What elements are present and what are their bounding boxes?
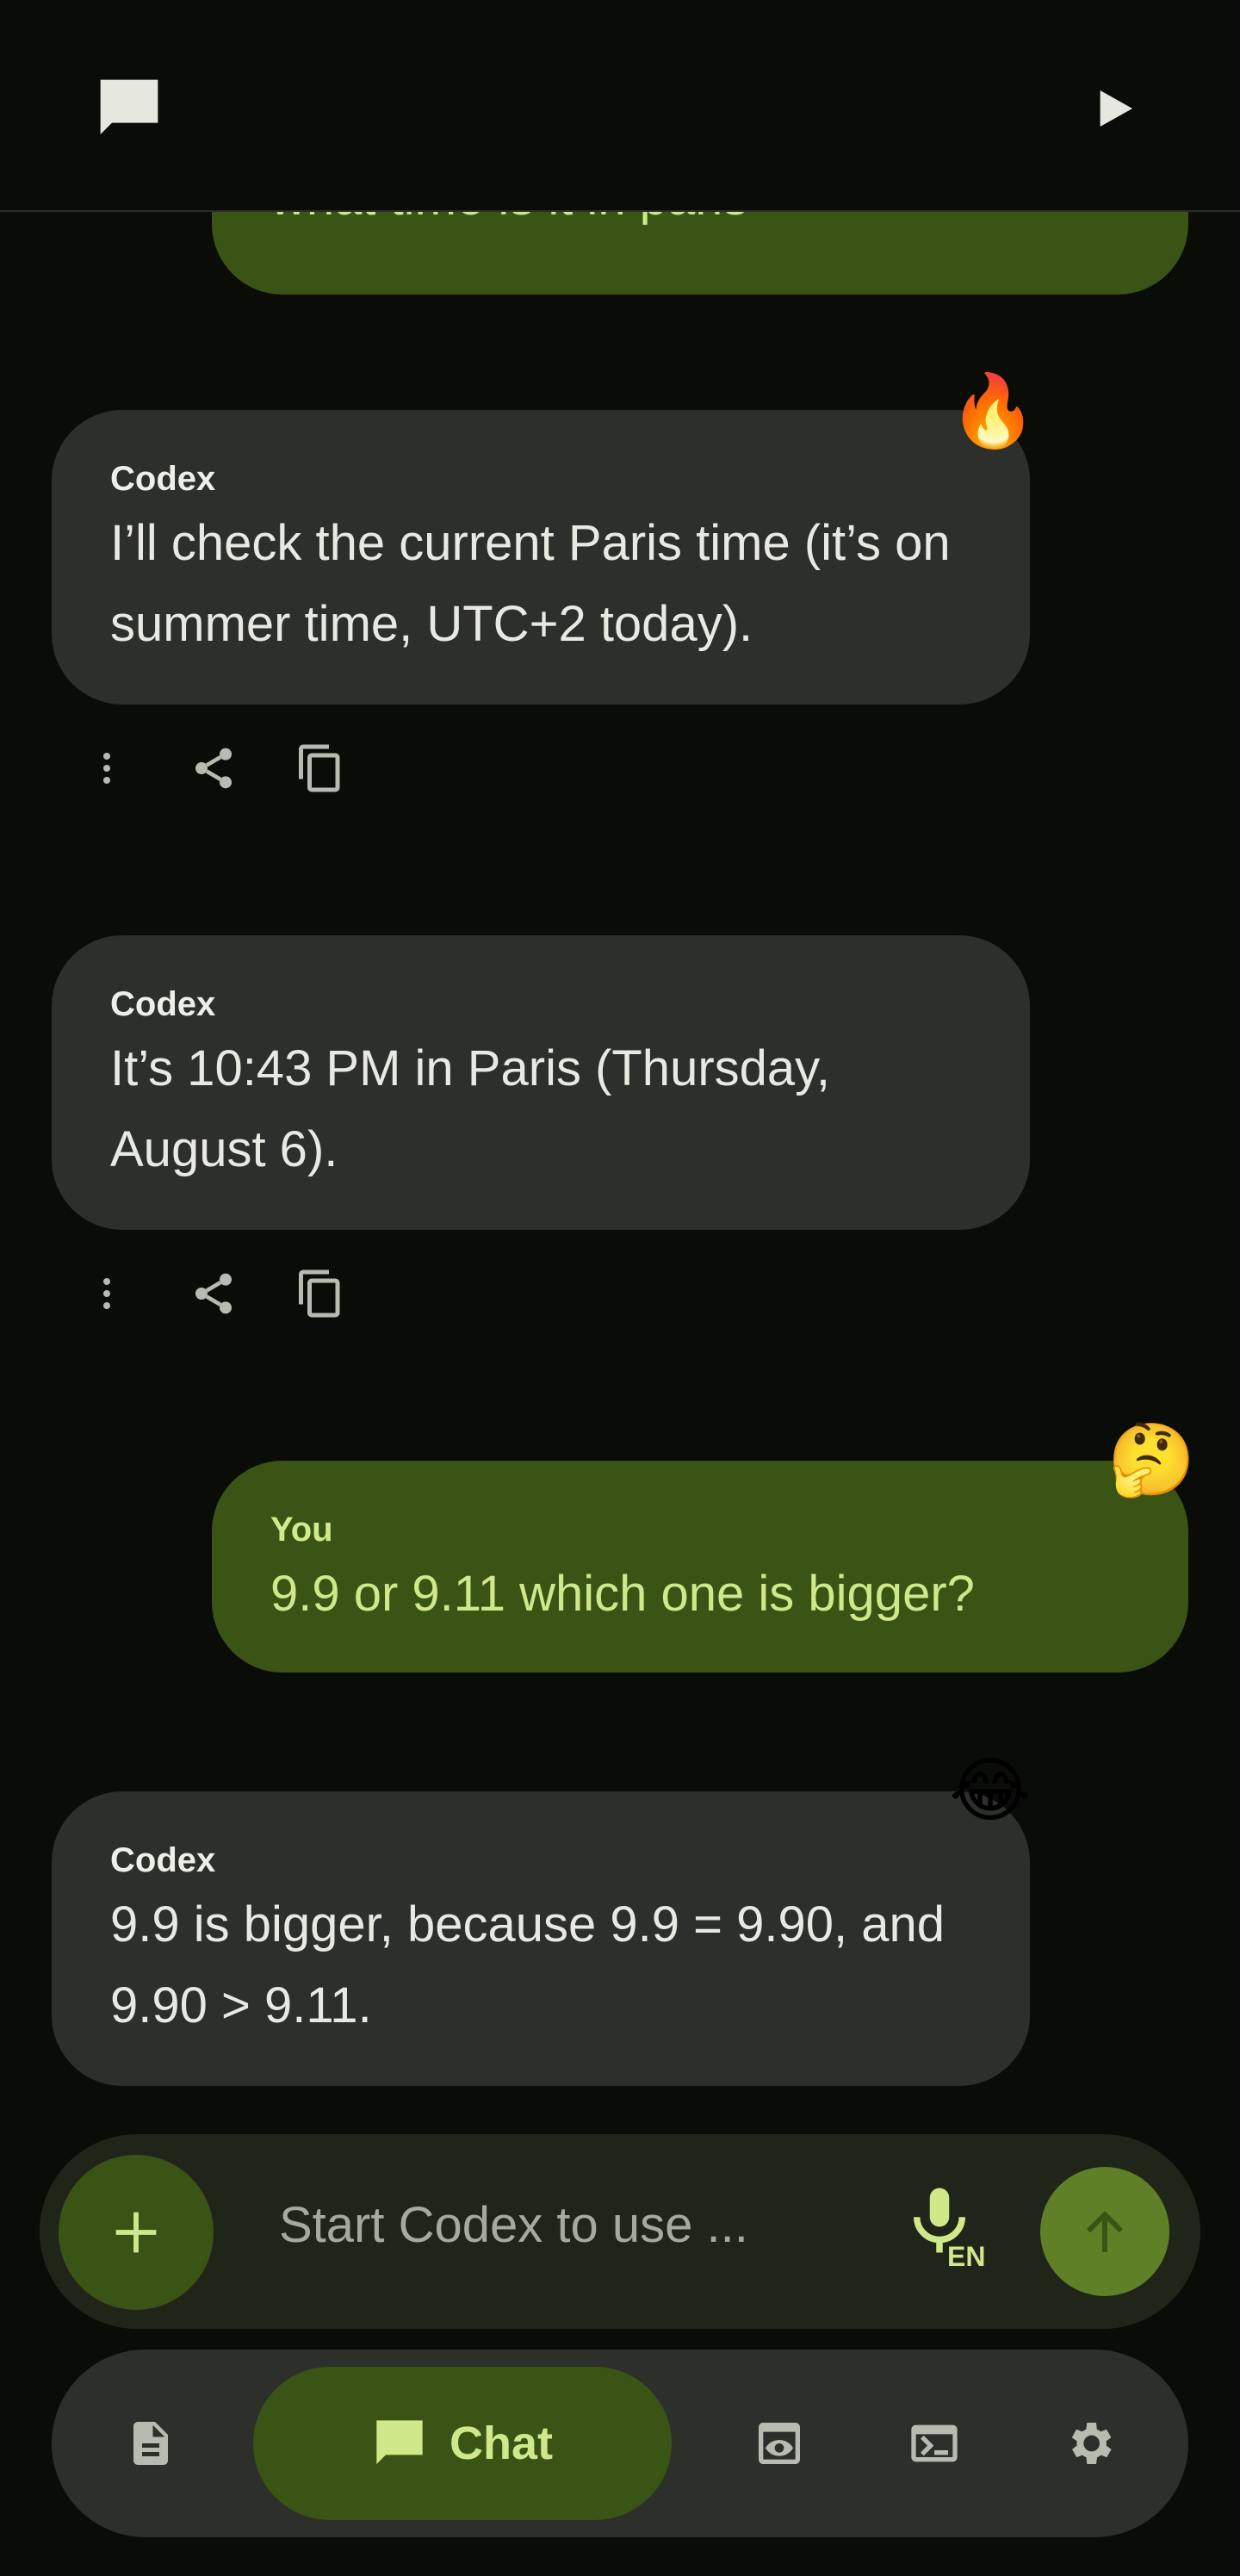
plus-icon — [115, 2212, 157, 2253]
chat-bubble-icon[interactable] — [86, 65, 172, 152]
message-text: 9.9 is bigger, because 9.9 = 9.90, and 9… — [110, 1896, 946, 2033]
message-sender: Codex — [110, 460, 216, 498]
message-sender: Codex — [110, 985, 216, 1023]
send-button[interactable] — [1040, 2167, 1169, 2296]
terminal-icon — [911, 2424, 958, 2462]
nav-document[interactable] — [103, 2349, 198, 2537]
message-actions — [72, 1259, 393, 1328]
message-input[interactable]: Start Codex to use ... — [279, 2196, 748, 2254]
message-sender: You — [270, 1511, 333, 1549]
message-actions — [72, 734, 393, 803]
nav-terminal[interactable] — [887, 2349, 982, 2537]
play-icon[interactable] — [1071, 65, 1157, 152]
document-icon — [133, 2422, 168, 2465]
nav-chat[interactable]: Chat — [253, 2367, 672, 2520]
more-vert-icon[interactable] — [72, 1259, 141, 1328]
arrow-up-icon — [1087, 2211, 1123, 2252]
copy-icon[interactable] — [286, 1259, 355, 1328]
laughing-reaction-icon[interactable]: 😂 — [947, 1748, 1033, 1834]
agent-message: Codex It’s 10:43 PM in Paris (Thursday, … — [52, 935, 1030, 1230]
message-composer: Start Codex to use ... EN — [40, 2134, 1200, 2329]
message-text: It’s 10:43 PM in Paris (Thursday, August… — [110, 1040, 830, 1177]
mic-button[interactable]: EN — [901, 2177, 1013, 2289]
agent-message: Codex I’ll check the current Paris time … — [52, 410, 1030, 705]
share-icon[interactable] — [179, 1259, 248, 1328]
user-message: You 9.9 or 9.11 which one is bigger? — [212, 1461, 1188, 1673]
mic-language-label: EN — [947, 2241, 986, 2272]
fire-reaction-icon[interactable]: 🔥 — [949, 369, 1037, 455]
nav-preview[interactable] — [732, 2349, 827, 2537]
nav-chat-label: Chat — [450, 2418, 553, 2469]
chat-icon — [376, 2420, 423, 2464]
preview-icon — [759, 2423, 800, 2464]
bottom-navigation: Chat — [52, 2349, 1188, 2537]
message-sender: Codex — [110, 1841, 216, 1879]
settings-icon — [1071, 2423, 1112, 2464]
message-text: 9.9 or 9.11 which one is bigger? — [270, 1566, 975, 1622]
share-icon[interactable] — [179, 734, 248, 803]
nav-settings[interactable] — [1042, 2349, 1137, 2537]
thinking-reaction-icon[interactable]: 🤔 — [1107, 1418, 1195, 1504]
message-text: I’ll check the current Paris time (it’s … — [110, 515, 951, 652]
top-bar — [0, 0, 1240, 212]
copy-icon[interactable] — [286, 734, 355, 803]
agent-message: Codex 9.9 is bigger, because 9.9 = 9.90,… — [52, 1791, 1030, 2086]
add-button[interactable] — [59, 2155, 214, 2310]
more-vert-icon[interactable] — [72, 734, 141, 803]
